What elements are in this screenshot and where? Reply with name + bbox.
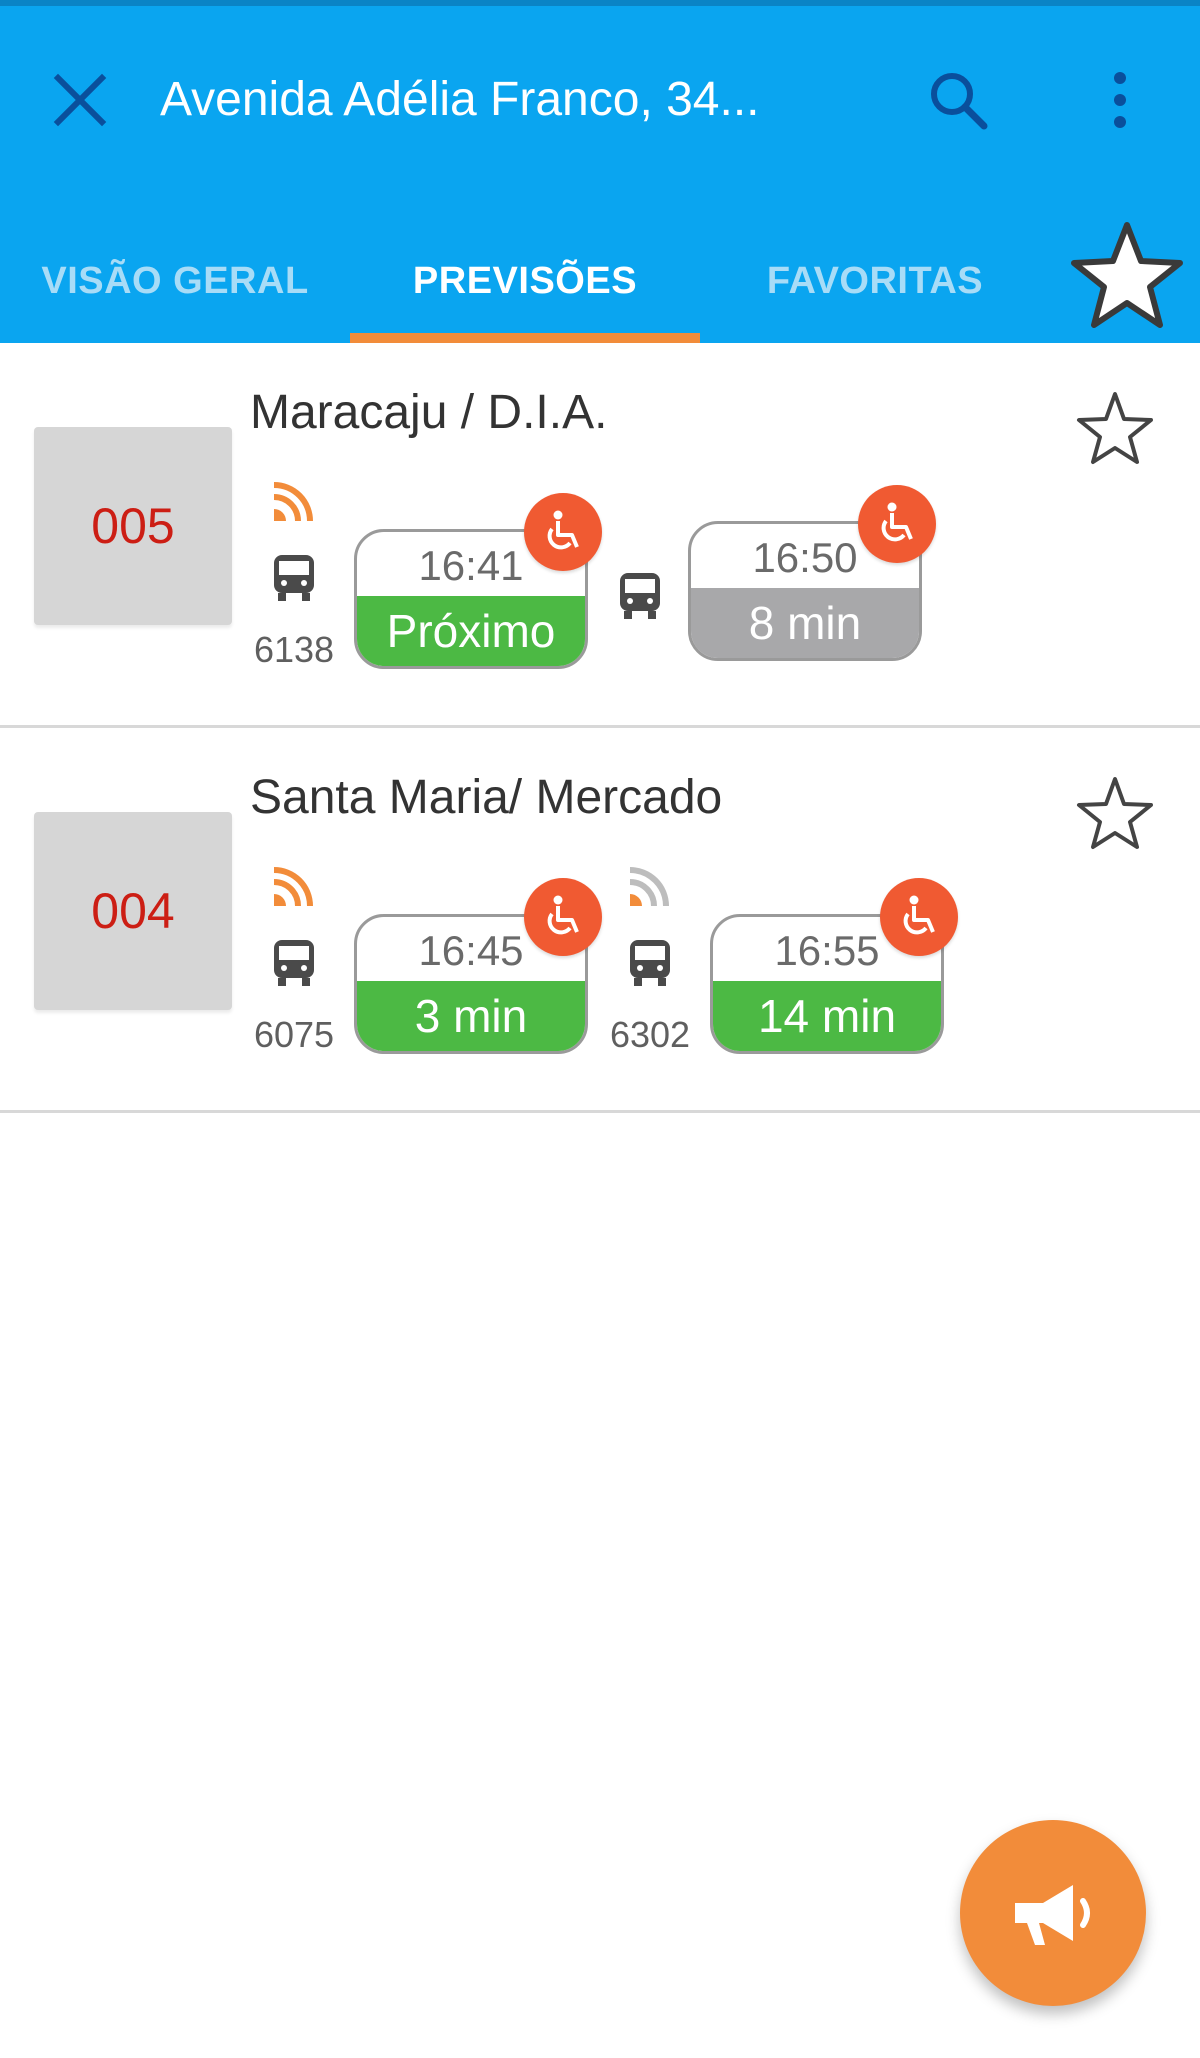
search-button[interactable] (920, 62, 996, 138)
search-icon (931, 73, 988, 130)
megaphone-icon (1015, 1885, 1090, 1945)
wheelchair-accessible-badge (524, 878, 602, 956)
status-line (0, 0, 1200, 6)
bus-icon (274, 940, 314, 986)
route-row[interactable]: 004 Santa Maria/ Mercado 6075 16:45 3 mi… (0, 728, 1200, 1113)
report-fab-button[interactable] (960, 1820, 1146, 2006)
tab-bar: VISÃO GERAL PREVISÕES FAVORITAS (0, 220, 1060, 343)
close-button[interactable] (44, 64, 116, 136)
wheelchair-accessible-badge (858, 485, 936, 563)
more-vert-icon (1114, 72, 1126, 128)
star-filled-icon (1071, 222, 1183, 328)
route-number-badge: 005 (34, 427, 232, 625)
bus-icon (274, 555, 314, 601)
route-name: Maracaju / D.I.A. (250, 386, 608, 439)
page-title: Avenida Adélia Franco, 34... (160, 73, 760, 126)
tab-indicator (350, 333, 700, 343)
bus-icon (630, 940, 670, 986)
wheelchair-icon (881, 502, 913, 542)
favorite-route-button[interactable] (1070, 383, 1160, 473)
more-options-button[interactable] (1088, 62, 1152, 138)
tab-predictions[interactable]: PREVISÕES (350, 220, 700, 343)
realtime-signal-icon (273, 867, 313, 907)
wheelchair-icon (547, 510, 579, 550)
arrival-status: Próximo (357, 596, 585, 666)
wheelchair-accessible-badge (524, 493, 602, 571)
arrival-status: 3 min (357, 981, 585, 1051)
tab-favorites[interactable]: FAVORITAS (700, 220, 1050, 343)
tab-overview[interactable]: VISÃO GERAL (0, 220, 350, 343)
wheelchair-icon (903, 895, 935, 935)
wheelchair-accessible-badge (880, 878, 958, 956)
star-outline-icon (1077, 777, 1153, 849)
star-outline-icon (1077, 392, 1153, 464)
route-name: Santa Maria/ Mercado (250, 771, 723, 824)
vehicle-id: 6302 (609, 1014, 691, 1055)
favorite-stop-button[interactable] (1062, 210, 1192, 340)
vehicle-id: 6138 (253, 629, 335, 670)
arrival-status: 8 min (691, 588, 919, 658)
realtime-signal-icon (629, 867, 669, 907)
close-icon (53, 73, 107, 127)
app-screen: Avenida Adélia Franco, 34... VISÃO GERAL… (0, 0, 1200, 2058)
vehicle-id: 6075 (253, 1014, 335, 1055)
favorite-route-button[interactable] (1070, 768, 1160, 858)
realtime-signal-icon (273, 482, 313, 522)
route-row[interactable]: 005 Maracaju / D.I.A. 6138 16:41 Próximo (0, 343, 1200, 728)
bus-icon (620, 573, 660, 619)
route-number-badge: 004 (34, 812, 232, 1010)
app-bar: Avenida Adélia Franco, 34... VISÃO GERAL… (0, 0, 1200, 343)
wheelchair-icon (547, 895, 579, 935)
arrival-status: 14 min (713, 981, 941, 1051)
